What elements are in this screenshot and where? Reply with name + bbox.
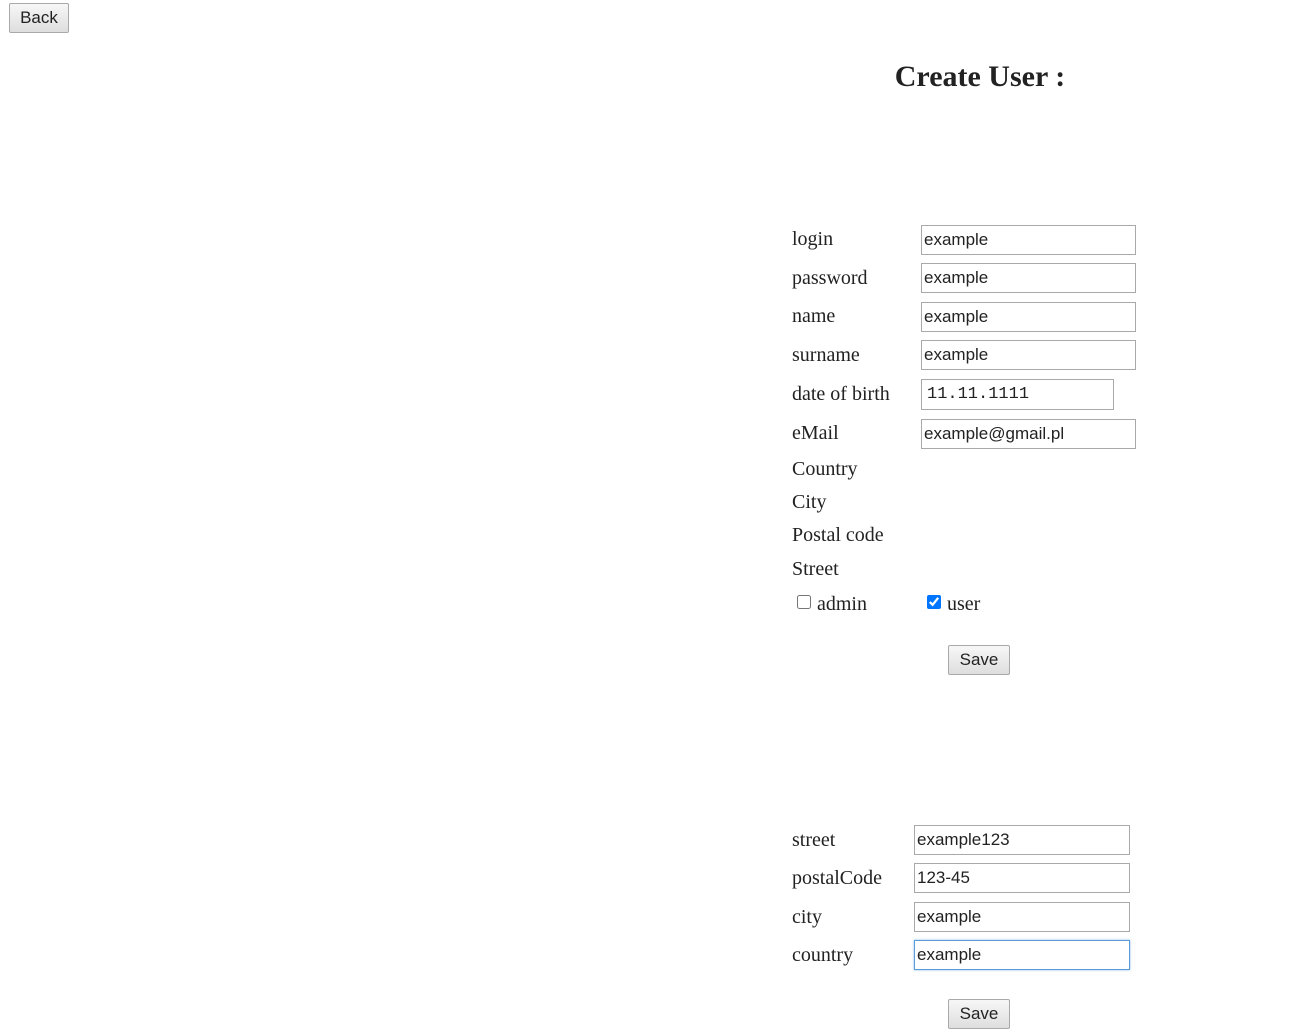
name-input[interactable]: [921, 302, 1136, 332]
date-of-birth-input[interactable]: [921, 379, 1114, 410]
postal-code-field-label: postalCode: [792, 867, 882, 889]
postal-code-label: Postal code: [792, 524, 884, 546]
save-address-button[interactable]: Save: [948, 999, 1010, 1029]
email-input[interactable]: [921, 419, 1136, 449]
page-title: Create User :: [894, 60, 1066, 93]
back-button[interactable]: Back: [9, 3, 69, 33]
email-label: eMail: [792, 422, 839, 444]
country-label: Country: [792, 458, 858, 480]
city-input[interactable]: [914, 902, 1130, 932]
password-label: password: [792, 267, 868, 289]
postal-code-input[interactable]: [914, 863, 1130, 893]
country-field-label: country: [792, 944, 854, 966]
user-label: user: [947, 593, 981, 615]
date-of-birth-label: date of birth: [792, 383, 890, 405]
street-label: Street: [792, 558, 839, 580]
street-field-label: street: [792, 829, 836, 851]
login-input[interactable]: [921, 225, 1136, 255]
admin-checkbox[interactable]: [797, 595, 811, 609]
street-input[interactable]: [914, 825, 1130, 855]
city-label: City: [792, 491, 827, 513]
city-field-label: city: [792, 906, 822, 928]
admin-label: admin: [817, 593, 867, 615]
password-input[interactable]: [921, 263, 1136, 293]
surname-label: surname: [792, 344, 860, 366]
user-checkbox[interactable]: [927, 595, 941, 609]
name-label: name: [792, 305, 836, 327]
surname-input[interactable]: [921, 340, 1136, 370]
save-user-button[interactable]: Save: [948, 645, 1010, 675]
country-input[interactable]: [914, 940, 1130, 970]
login-label: login: [792, 228, 834, 250]
